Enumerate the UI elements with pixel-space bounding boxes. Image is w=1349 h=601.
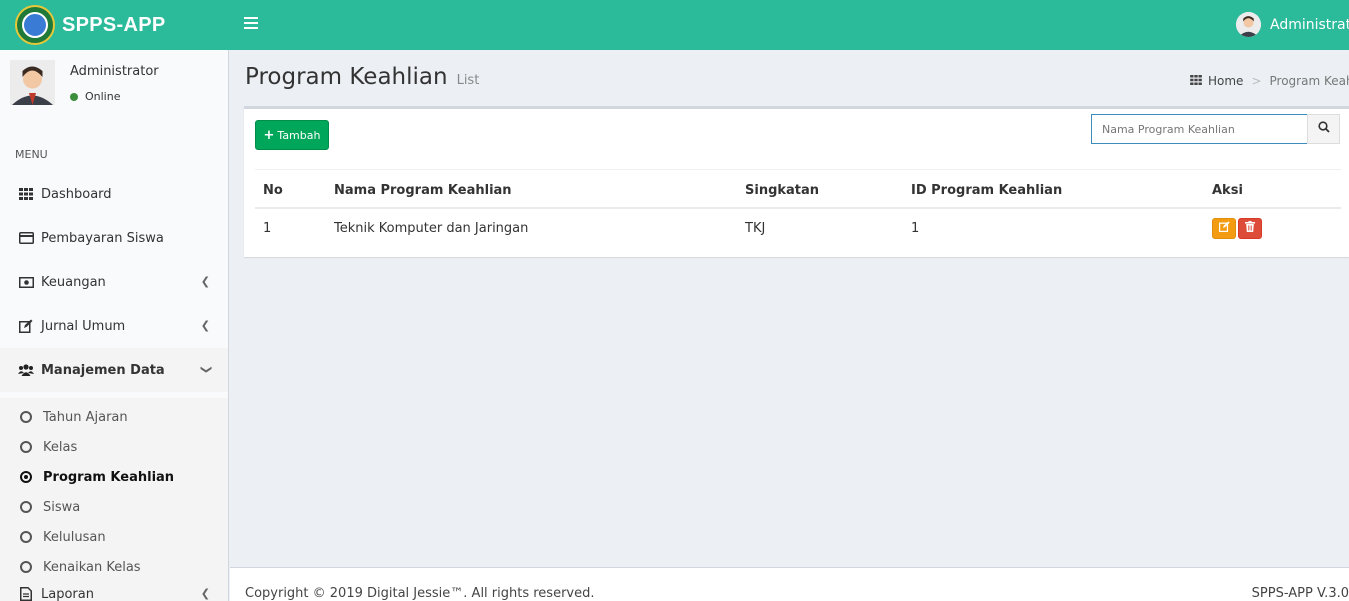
cell-singkatan: TKJ: [745, 220, 766, 236]
column-header-nama: Nama Program Keahlian: [326, 173, 737, 209]
add-button-label: Tambah: [277, 128, 321, 142]
circle-icon: [20, 531, 32, 543]
cell-aksi: [1204, 208, 1341, 247]
sidebar-item-label: Jurnal Umum: [41, 318, 126, 334]
submenu-item-program-keahlian[interactable]: Program Keahlian: [0, 462, 228, 492]
edit-icon: [1218, 220, 1230, 236]
table-header-row: No Nama Program Keahlian Singkatan ID Pr…: [255, 173, 1341, 209]
column-header-singkatan: Singkatan: [737, 173, 903, 209]
breadcrumb-current: Program Keahlian: [1269, 74, 1349, 88]
sidebar: Administrator Online MENU Dashboard Pemb…: [0, 50, 229, 601]
program-keahlian-box: + Tambah No Nama Program Keahlian Singka…: [244, 106, 1349, 257]
sidebar-item-jurnal-umum[interactable]: Jurnal Umum ❮: [0, 304, 228, 348]
sidebar-item-label: Pembayaran Siswa: [41, 230, 164, 246]
sidebar-item-label: Manajemen Data: [41, 362, 165, 378]
breadcrumb-home[interactable]: Home: [1208, 74, 1243, 88]
brand[interactable]: SPPS-APP: [0, 0, 230, 50]
sidebar-item-label: Keuangan: [41, 274, 106, 290]
submenu-item-label: Kelas: [43, 439, 78, 455]
page-title: Program Keahlian: [245, 64, 448, 90]
delete-button[interactable]: [1238, 217, 1262, 239]
add-button[interactable]: + Tambah: [255, 120, 329, 150]
breadcrumb: Home > Program Keahlian: [1190, 74, 1349, 88]
chevron-left-icon: ❮: [200, 319, 210, 332]
status-label: Online: [85, 90, 121, 103]
circle-icon: [20, 411, 32, 423]
status-badge: Online: [70, 90, 120, 103]
chevron-left-icon: ❮: [200, 587, 210, 600]
circle-icon: [20, 501, 32, 513]
user-panel: Administrator Online: [10, 60, 159, 105]
column-header-id: ID Program Keahlian: [903, 173, 1204, 209]
sidebar-user-name: Administrator: [70, 64, 159, 79]
user-menu[interactable]: Administrator: [1236, 12, 1349, 37]
submenu-item-tahun-ajaran[interactable]: Tahun Ajaran: [0, 402, 228, 432]
sidebar-item-dashboard[interactable]: Dashboard: [0, 172, 228, 216]
breadcrumb-separator: >: [1251, 74, 1262, 88]
sidebar-item-keuangan[interactable]: Keuangan ❮: [0, 260, 228, 304]
avatar: [1236, 12, 1261, 37]
search-icon: [1317, 121, 1330, 137]
online-dot-icon: [70, 92, 78, 101]
credit-card-icon: [18, 231, 34, 245]
program-keahlian-table: No Nama Program Keahlian Singkatan ID Pr…: [255, 173, 1341, 247]
cell-no: 1: [263, 220, 272, 236]
cell-nama: Teknik Komputer dan Jaringan: [334, 220, 529, 236]
submenu-item-label: Kelulusan: [43, 529, 106, 545]
submenu-item-label: Siswa: [43, 499, 81, 515]
footer: Copyright © 2019 Digital Jessie™. All ri…: [230, 567, 1349, 601]
version-text: SPPS-APP V.3.0: [1251, 586, 1349, 601]
grid-icon: [1190, 74, 1202, 88]
edit-button[interactable]: [1212, 217, 1236, 239]
edit-icon: [18, 319, 34, 333]
sidebar-item-manajemen-data[interactable]: Manajemen Data ❮: [0, 348, 228, 392]
column-header-aksi: Aksi: [1204, 173, 1341, 209]
submenu-item-kelulusan[interactable]: Kelulusan: [0, 522, 228, 552]
content-header: Program Keahlian List: [245, 64, 479, 90]
money-icon: [18, 275, 34, 289]
dot-circle-icon: [20, 471, 32, 483]
submenu-item-label: Tahun Ajaran: [43, 409, 128, 425]
search-input[interactable]: [1091, 114, 1308, 144]
divider: [255, 169, 1341, 170]
avatar: [10, 60, 55, 105]
copyright-text: Copyright © 2019 Digital Jessie™. All ri…: [245, 586, 595, 601]
column-header-no: No: [255, 173, 326, 209]
submenu-manajemen-data: Tahun Ajaran Kelas Program Keahlian Sisw…: [0, 398, 228, 601]
file-icon: [18, 587, 34, 601]
menu-header: MENU: [15, 148, 48, 161]
plus-icon: +: [263, 127, 275, 143]
sidebar-item-label: Laporan: [41, 586, 94, 601]
app-name: SPPS-APP: [62, 13, 166, 36]
trash-icon: [1245, 220, 1255, 236]
circle-icon: [20, 441, 32, 453]
sidebar-item-laporan[interactable]: Laporan ❮: [0, 572, 228, 601]
top-navbar: SPPS-APP Administrator: [0, 0, 1349, 50]
header-user-name: Administrator: [1270, 16, 1349, 33]
submenu-item-label: Program Keahlian: [43, 469, 175, 485]
search-button[interactable]: [1307, 114, 1340, 144]
chevron-left-icon: ❮: [200, 275, 210, 288]
sidebar-item-pembayaran-siswa[interactable]: Pembayaran Siswa: [0, 216, 228, 260]
sidebar-item-label: Dashboard: [41, 186, 112, 202]
submenu-item-siswa[interactable]: Siswa: [0, 492, 228, 522]
page-subtitle: List: [456, 73, 480, 88]
table-row: 1 Teknik Komputer dan Jaringan TKJ 1: [255, 208, 1341, 247]
users-icon: [18, 363, 34, 377]
grid-icon: [18, 187, 34, 201]
school-logo-icon: [15, 5, 55, 45]
chevron-down-icon: ❮: [198, 364, 212, 375]
cell-id: 1: [911, 220, 920, 236]
sidebar-toggle-icon[interactable]: [244, 17, 258, 31]
submenu-item-kelas[interactable]: Kelas: [0, 432, 228, 462]
